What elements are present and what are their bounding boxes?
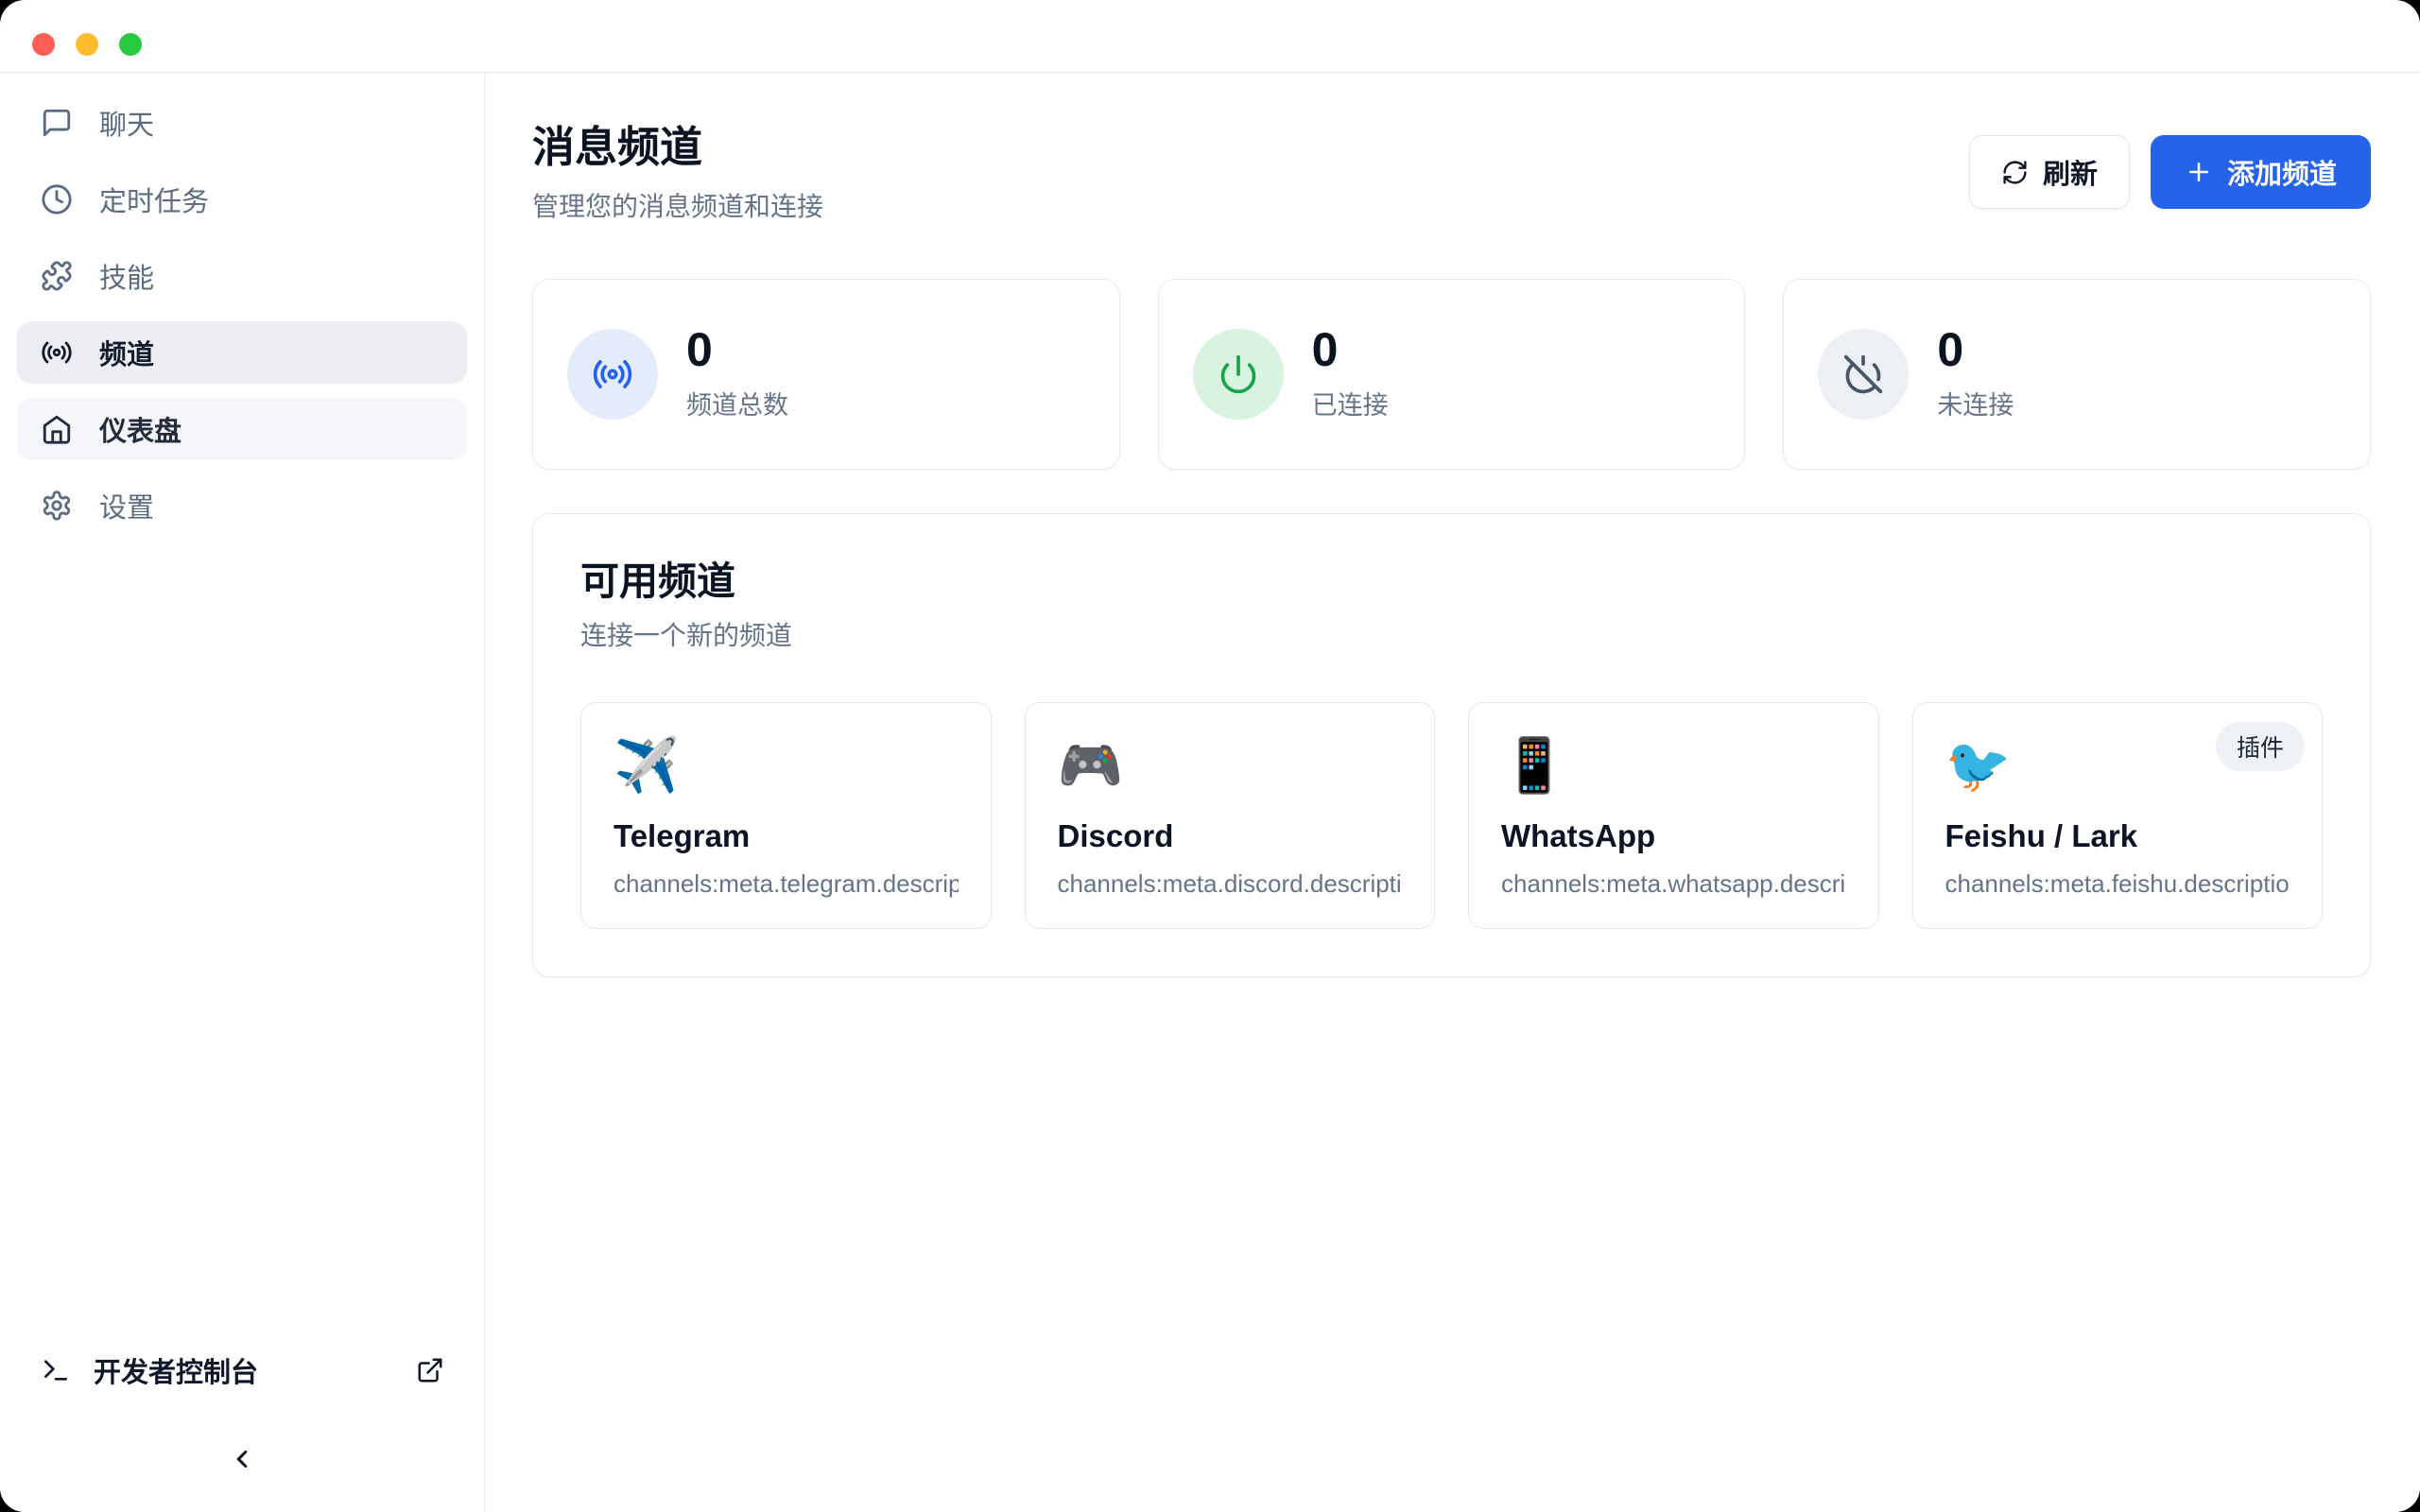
- sidebar-item-label: 仪表盘: [99, 409, 182, 449]
- channel-card-discord[interactable]: 🎮 Discord channels:meta.discord.descript…: [1025, 702, 1436, 929]
- sidebar-item-label: 技能: [99, 256, 154, 296]
- minimize-window-button[interactable]: [76, 33, 98, 56]
- channel-description: channels:meta.discord.descriptic: [1058, 869, 1403, 899]
- terminal-icon: [41, 1355, 71, 1385]
- channel-card-whatsapp[interactable]: 📱 WhatsApp channels:meta.whatsapp.descri…: [1468, 702, 1879, 929]
- channel-card-telegram[interactable]: ✈️ Telegram channels:meta.telegram.descr…: [580, 702, 992, 929]
- sidebar-item-scheduled-tasks[interactable]: 定时任务: [17, 168, 467, 231]
- sidebar-item-settings[interactable]: 设置: [17, 474, 467, 537]
- add-channel-button-label: 添加频道: [2227, 152, 2337, 192]
- channel-name: Discord: [1058, 818, 1403, 854]
- section-subtitle: 连接一个新的频道: [580, 615, 2323, 653]
- stat-card-connected: 0 已连接: [1158, 279, 1746, 470]
- add-channel-button[interactable]: 添加频道: [2151, 135, 2371, 209]
- sidebar-item-label: 定时任务: [99, 180, 209, 219]
- chevron-left-icon: [228, 1445, 256, 1473]
- developer-console-link[interactable]: 开发者控制台: [17, 1348, 467, 1393]
- channel-name: Telegram: [614, 818, 959, 854]
- puzzle-icon: [41, 260, 73, 292]
- radio-icon: [41, 336, 73, 369]
- stat-value: 0: [1312, 326, 1389, 373]
- clock-icon: [41, 183, 73, 215]
- sidebar-item-label: 聊天: [99, 103, 154, 143]
- home-icon: [41, 413, 73, 445]
- stat-label: 已连接: [1312, 385, 1389, 421]
- channel-description: channels:meta.telegram.descript: [614, 869, 959, 899]
- main-content: 消息频道 管理您的消息频道和连接 刷新 添加频道: [485, 73, 2420, 1512]
- sidebar-item-dashboard[interactable]: 仪表盘: [17, 398, 467, 460]
- page-title: 消息频道: [532, 125, 823, 171]
- stat-label: 频道总数: [686, 385, 788, 421]
- plus-icon: [2185, 158, 2213, 186]
- stats-row: 0 频道总数 0 已连接: [532, 279, 2371, 470]
- radio-icon: [567, 329, 658, 420]
- channel-description: channels:meta.whatsapp.descrip: [1501, 869, 1846, 899]
- sidebar: 聊天 定时任务 技能 频道: [0, 73, 485, 1512]
- power-icon: [1193, 329, 1284, 420]
- sidebar-item-skills[interactable]: 技能: [17, 245, 467, 307]
- chat-icon: [41, 107, 73, 139]
- telegram-emoji-icon: ✈️: [614, 733, 959, 798]
- plugin-badge: 插件: [2216, 722, 2305, 771]
- stat-value: 0: [686, 326, 788, 373]
- stat-card-total-channels: 0 频道总数: [532, 279, 1120, 470]
- refresh-button[interactable]: 刷新: [1969, 135, 2130, 209]
- discord-emoji-icon: 🎮: [1058, 733, 1403, 798]
- sidebar-item-chat[interactable]: 聊天: [17, 92, 467, 154]
- channel-name: Feishu / Lark: [1945, 818, 2290, 854]
- page-subtitle: 管理您的消息频道和连接: [532, 186, 823, 224]
- available-channels-section: 可用频道 连接一个新的频道 ✈️ Telegram channels:meta.…: [532, 513, 2371, 977]
- developer-console-label: 开发者控制台: [94, 1350, 258, 1390]
- channel-card-feishu[interactable]: 插件 🐦 Feishu / Lark channels:meta.feishu.…: [1912, 702, 2324, 929]
- channel-grid: ✈️ Telegram channels:meta.telegram.descr…: [580, 702, 2323, 929]
- zoom-window-button[interactable]: [119, 33, 142, 56]
- stat-card-disconnected: 0 未连接: [1783, 279, 2371, 470]
- refresh-button-label: 刷新: [2043, 152, 2098, 192]
- section-title: 可用频道: [580, 559, 2323, 604]
- channel-description: channels:meta.feishu.description: [1945, 869, 2290, 899]
- power-off-icon: [1818, 329, 1909, 420]
- whatsapp-emoji-icon: 📱: [1501, 733, 1846, 798]
- gear-icon: [41, 490, 73, 522]
- sidebar-item-channels[interactable]: 频道: [17, 321, 467, 384]
- stat-value: 0: [1937, 326, 2014, 373]
- refresh-icon: [2001, 159, 2029, 186]
- titlebar: [0, 0, 2420, 73]
- channel-name: WhatsApp: [1501, 818, 1846, 854]
- sidebar-collapse-button[interactable]: [216, 1433, 268, 1486]
- traffic-lights: [32, 33, 142, 56]
- close-window-button[interactable]: [32, 33, 55, 56]
- sidebar-item-label: 频道: [99, 333, 154, 372]
- header-actions: 刷新 添加频道: [1969, 135, 2371, 209]
- external-link-icon: [416, 1356, 444, 1384]
- page-header: 消息频道 管理您的消息频道和连接 刷新 添加频道: [532, 125, 2371, 224]
- stat-label: 未连接: [1937, 385, 2014, 421]
- sidebar-item-label: 设置: [99, 486, 154, 525]
- app-window: 聊天 定时任务 技能 频道: [0, 0, 2420, 1512]
